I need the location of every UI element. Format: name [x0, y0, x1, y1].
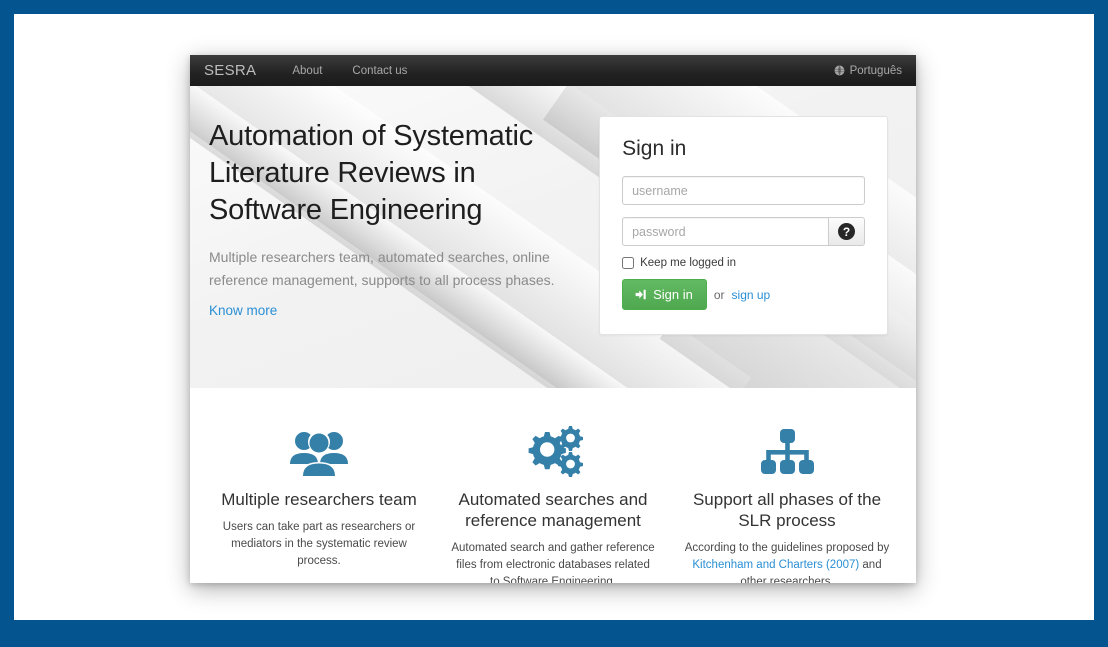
sign-in-title: Sign in [622, 137, 687, 160]
language-selector[interactable]: Português [834, 65, 904, 77]
nav-link-contact-us[interactable]: Contact us [352, 65, 407, 77]
sign-in-button[interactable]: Sign in [622, 279, 707, 310]
sign-in-arrow-icon [635, 289, 646, 300]
feature-description: According to the guidelines proposed by … [684, 540, 890, 583]
hero-subtitle: Multiple researchers team, automated sea… [209, 249, 555, 288]
sign-up-link[interactable]: sign up [732, 288, 771, 302]
globe-icon [834, 65, 845, 76]
sitemap-icon [684, 420, 890, 478]
features-section: Multiple researchers team Users can take… [190, 388, 916, 583]
browser-canvas: SESRA About Contact us Português Automat… [14, 14, 1094, 620]
sign-in-button-label: Sign in [653, 287, 693, 302]
feature-multiple-researchers: Multiple researchers team Users can take… [202, 420, 436, 583]
sesra-landing-page: SESRA About Contact us Português Automat… [190, 55, 916, 583]
feature-title: Support all phases of the SLR process [692, 490, 882, 530]
nav-link-about[interactable]: About [292, 65, 322, 77]
know-more-link[interactable]: Know more [209, 303, 277, 318]
password-input[interactable] [622, 217, 828, 246]
keep-logged-in-row: Keep me logged in [622, 257, 865, 269]
users-group-icon [216, 420, 422, 478]
citation-link[interactable]: Kitchenham and Charters (2007) [692, 559, 859, 571]
username-field-wrap [622, 176, 865, 205]
sign-in-panel: Sign in ? Keep me logged in [599, 116, 888, 335]
language-label: Português [849, 64, 902, 77]
question-mark-icon: ? [838, 223, 855, 240]
username-input[interactable] [622, 176, 865, 205]
page-title: Automation of Systematic Literature Revi… [209, 120, 534, 226]
feature-automated-searches: Automated searches and reference managem… [436, 420, 670, 583]
feature-title: Automated searches and reference managem… [458, 490, 648, 530]
password-help-button[interactable]: ? [828, 217, 865, 246]
navbar-links: About Contact us [292, 65, 407, 77]
keep-logged-in-label: Keep me logged in [640, 257, 737, 269]
hero-inner: Automation of Systematic Literature Revi… [190, 86, 916, 335]
feature-description: Automated search and gather reference fi… [451, 542, 655, 583]
keep-logged-in-checkbox[interactable] [622, 257, 635, 269]
cogs-icon [450, 420, 656, 478]
feature-title: Multiple researchers team [221, 490, 417, 509]
feature-description: Users can take part as researchers or me… [222, 521, 416, 567]
hero-section: Automation of Systematic Literature Revi… [190, 86, 916, 388]
sign-in-actions: Sign in or sign up [622, 279, 865, 310]
hero-text-block: Automation of Systematic Literature Revi… [209, 118, 599, 335]
navbar: SESRA About Contact us Português [190, 55, 916, 86]
navbar-brand[interactable]: SESRA [204, 62, 256, 79]
feature-slr-phases: Support all phases of the SLR process Ac… [670, 420, 904, 583]
feature-description-before: According to the guidelines proposed by [684, 542, 890, 554]
or-text: or [713, 287, 725, 302]
password-field-wrap: ? [622, 217, 865, 246]
